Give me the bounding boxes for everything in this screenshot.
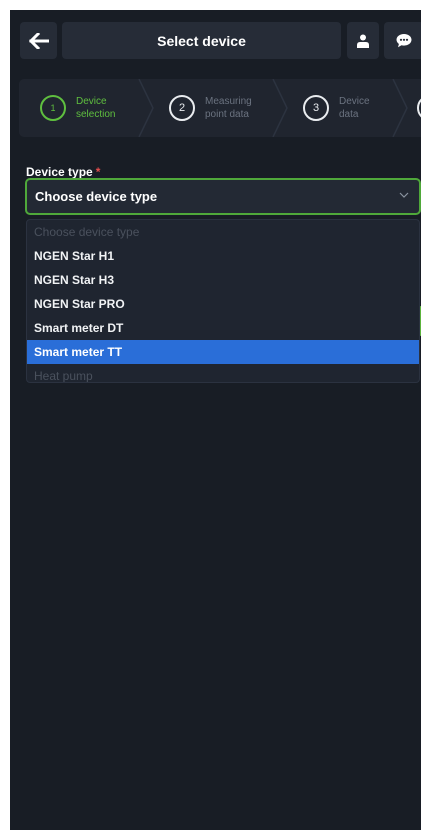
- dropdown-option[interactable]: NGEN Star PRO: [27, 292, 419, 316]
- user-icon: [357, 34, 369, 48]
- user-button[interactable]: [347, 22, 379, 59]
- chat-bubble-icon: [396, 34, 412, 48]
- dropdown-option[interactable]: NGEN Star H3: [27, 268, 419, 292]
- arrow-left-icon: [28, 32, 49, 49]
- step-label: Measuring point data: [205, 96, 252, 120]
- step-number: 3: [303, 95, 329, 121]
- dropdown-option-placeholder: Choose device type: [34, 225, 140, 239]
- device-type-dropdown: Choose device type NGEN Star H1 NGEN Sta…: [26, 219, 420, 383]
- header: Select device: [10, 10, 421, 72]
- dropdown-option-disabled: Heat pump: [34, 369, 93, 383]
- dropdown-option-highlighted[interactable]: Smart meter TT: [27, 340, 419, 364]
- chat-button[interactable]: [384, 22, 421, 59]
- step-number: 2: [169, 95, 195, 121]
- device-type-select-value: Choose device type: [35, 189, 158, 204]
- step-label: Device selection: [76, 96, 116, 120]
- dropdown-option[interactable]: Smart meter DT: [27, 316, 419, 340]
- step-separator-icon: [272, 79, 288, 137]
- required-marker: *: [95, 165, 101, 179]
- step-device-selection[interactable]: 1 Device selection: [40, 79, 115, 137]
- step-measuring-point-data[interactable]: 2 Measuring point data: [169, 79, 252, 137]
- step-number: 1: [40, 95, 66, 121]
- dropdown-option[interactable]: NGEN Star H1: [27, 244, 419, 268]
- chevron-down-icon: [399, 192, 409, 198]
- app-screen: Select device 1 Device selection 2 Measu…: [10, 10, 421, 830]
- step-label: Device data: [339, 96, 370, 120]
- step-separator-icon: [138, 79, 154, 137]
- step-next-circle: [417, 95, 421, 121]
- step-separator-icon: [392, 79, 408, 137]
- step-device-data[interactable]: 3 Device data: [303, 79, 370, 137]
- device-type-label: Device type *: [26, 165, 100, 179]
- back-button[interactable]: [20, 22, 57, 59]
- device-type-label-text: Device type: [26, 165, 93, 179]
- device-type-select[interactable]: Choose device type: [25, 178, 421, 215]
- page-title: Select device: [62, 22, 341, 59]
- progress-stepper: 1 Device selection 2 Measuring point dat…: [19, 79, 421, 137]
